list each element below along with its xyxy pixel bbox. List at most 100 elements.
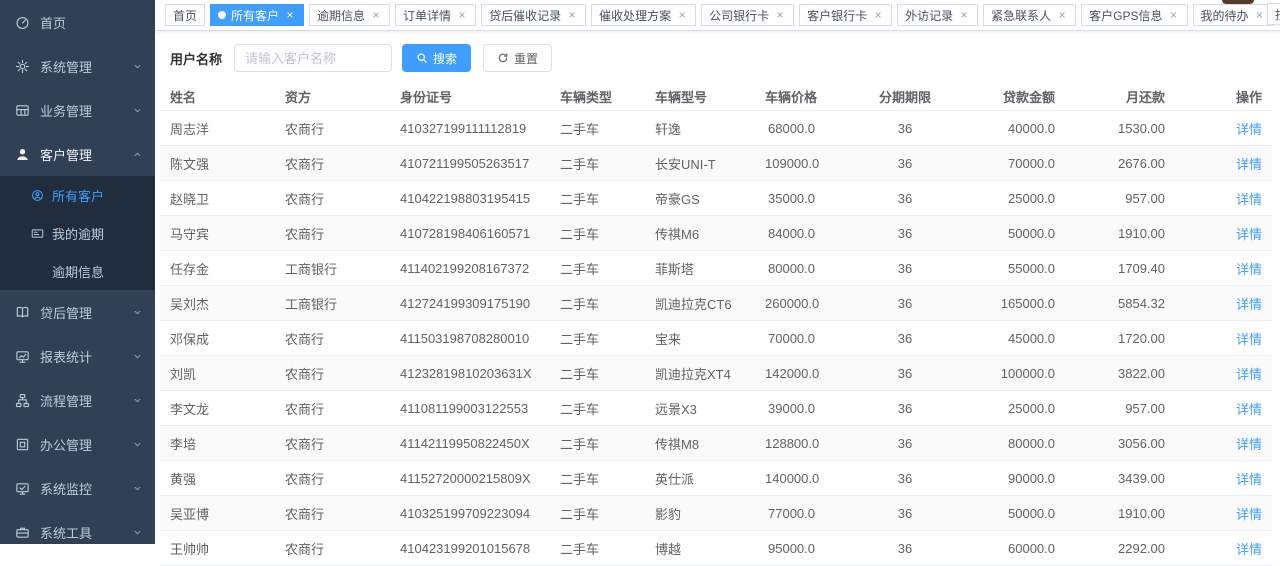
detail-link[interactable]: 详情 (1236, 507, 1262, 522)
cell-funder: 农商行 (275, 356, 390, 391)
detail-link[interactable]: 详情 (1236, 402, 1262, 417)
tab-collection-handling-plan[interactable]: 催收处理方案× (591, 4, 696, 26)
tab-label: 所有客户 (231, 7, 279, 24)
column-header-vehicle-price: 车辆价格 (755, 82, 825, 111)
customer-name-input[interactable] (234, 44, 392, 72)
detail-link[interactable]: 详情 (1236, 157, 1262, 172)
close-icon[interactable]: × (370, 9, 382, 21)
chevron-down-icon (132, 61, 143, 72)
cell-vehicle-model: 凯迪拉克XT4 (645, 356, 755, 391)
reset-button[interactable]: 重置 (483, 44, 552, 72)
detail-link[interactable]: 详情 (1236, 367, 1262, 382)
cell-funder: 工商银行 (275, 286, 390, 321)
sidebar-item-label: 办公管理 (40, 435, 132, 454)
customer-management-submenu: 所有客户我的逾期逾期信息 (0, 176, 155, 290)
sidebar-item-my-overdue[interactable]: 我的逾期 (0, 214, 155, 252)
cell-vehicle-type: 二手车 (550, 181, 645, 216)
detail-link[interactable]: 详情 (1236, 262, 1262, 277)
cell-vehicle-model: 传祺M6 (645, 216, 755, 251)
search-button[interactable]: 搜索 (402, 44, 471, 72)
sidebar-item-label: 系统工具 (40, 523, 132, 542)
tab-label: 公司银行卡 (709, 7, 769, 24)
cell-vehicle-price: 140000.0 (755, 461, 825, 496)
sidebar-item-system-management[interactable]: 系统管理 (0, 44, 155, 88)
active-tab-dot-icon (218, 11, 226, 19)
cell-id-number: 410327199111112819 (390, 111, 550, 146)
cell-installment-term: 36 (825, 251, 985, 286)
chevron-down-icon (132, 307, 143, 318)
detail-link[interactable]: 详情 (1236, 437, 1262, 452)
sidebar-item-system-tools[interactable]: 系统工具 (0, 510, 155, 544)
chevron-down-icon (132, 105, 143, 116)
close-icon[interactable]: × (958, 9, 970, 21)
tab-field-visit-records[interactable]: 外访记录 × (897, 4, 978, 26)
sidebar-item-home[interactable]: 首页 (0, 0, 155, 44)
tab-company-bank-card[interactable]: 公司银行卡 × (701, 4, 794, 26)
chevron-down-icon (132, 351, 143, 362)
sidebar-item-label: 系统监控 (40, 479, 132, 498)
process-icon (14, 392, 30, 408)
sidebar-item-label: 系统管理 (40, 57, 132, 76)
tab-my-todo[interactable]: 我的待办× (1193, 4, 1274, 26)
tab-overdue-info[interactable]: 逾期信息 × (309, 4, 390, 26)
sidebar-item-business-management[interactable]: 业务管理 (0, 88, 155, 132)
cell-vehicle-price: 80000.0 (755, 251, 825, 286)
column-header-name: 姓名 (160, 82, 275, 111)
sidebar-item-system-monitoring[interactable]: 系统监控 (0, 466, 155, 510)
chevron-up-icon (132, 149, 143, 160)
cell-funder: 农商行 (275, 321, 390, 356)
table-row-partial: 王帅帅农商行410423199201015678二手车博越95000.03660… (160, 531, 1272, 566)
sidebar-item-overdue-info[interactable]: 逾期信息 (0, 252, 155, 290)
cell-action: 详情 (1175, 216, 1272, 251)
sidebar-item-office-management[interactable]: 办公管理 (0, 422, 155, 466)
tab-post-loan-collection-records[interactable]: 贷后催收记录× (481, 4, 586, 26)
detail-link[interactable]: 详情 (1236, 122, 1262, 137)
detail-link[interactable]: 详情 (1236, 332, 1262, 347)
close-icon[interactable]: × (774, 9, 786, 21)
close-icon[interactable]: × (456, 9, 468, 21)
cell-vehicle-price: 35000.0 (755, 181, 825, 216)
close-icon[interactable]: × (1056, 9, 1068, 21)
close-icon[interactable]: × (676, 9, 688, 21)
tab-label: 逾期信息 (317, 7, 365, 24)
tab-customer-gps-info[interactable]: 客户GPS信息× (1081, 4, 1187, 26)
cell-name: 任存金 (160, 251, 275, 286)
main-area: 首页所有客户×逾期信息×订单详情×贷后催收记录×催收处理方案×公司银行卡×客户银… (155, 0, 1280, 544)
cell-installment-term: 36 (825, 216, 985, 251)
sidebar-item-label: 报表统计 (40, 347, 132, 366)
tab-emergency-contacts[interactable]: 紧急联系人× (983, 4, 1076, 26)
close-icon[interactable]: × (872, 9, 884, 21)
cell-id-number: 410423199201015678 (390, 531, 550, 566)
chevron-down-icon (132, 61, 143, 72)
tab-cc-tasks[interactable]: 抄送任务× (1267, 3, 1280, 25)
sidebar-item-report-statistics[interactable]: 报表统计 (0, 334, 155, 378)
tab-order-details[interactable]: 订单详情× (395, 4, 476, 26)
detail-link[interactable]: 详情 (1236, 192, 1262, 207)
cell-name: 李文龙 (160, 391, 275, 426)
detail-link[interactable]: 详情 (1236, 472, 1262, 487)
sidebar-item-all-customers[interactable]: 所有客户 (0, 176, 155, 214)
cell-id-number: 411402199208167372 (390, 251, 550, 286)
cell-loan-amount: 55000.0 (985, 251, 1065, 286)
cell-name: 马守宾 (160, 216, 275, 251)
cell-action: 详情 (1175, 531, 1272, 566)
search-button-label: 搜索 (433, 50, 457, 67)
tab-customer-bank-card[interactable]: 客户银行卡× (799, 4, 892, 26)
tab-all-customers[interactable]: 所有客户 × (210, 4, 304, 26)
cell-id-number: 41232819810203631X (390, 356, 550, 391)
book-icon (15, 305, 30, 320)
sidebar-item-process-management[interactable]: 流程管理 (0, 378, 155, 422)
detail-link[interactable]: 详情 (1236, 297, 1262, 312)
close-icon[interactable]: × (566, 9, 578, 21)
tab-label: 外访记录 (905, 7, 953, 24)
user-circle-icon (30, 188, 44, 202)
close-icon[interactable]: × (284, 9, 296, 21)
sidebar-item-customer-management[interactable]: 客户管理 (0, 132, 155, 176)
tab-home[interactable]: 首页 (165, 4, 205, 26)
detail-link[interactable]: 详情 (1236, 227, 1262, 242)
close-icon[interactable]: × (1168, 9, 1180, 21)
close-icon[interactable]: × (1254, 9, 1266, 21)
process-icon (15, 393, 30, 408)
dashboard-icon (14, 14, 30, 30)
sidebar-item-post-loan-management[interactable]: 贷后管理 (0, 290, 155, 334)
